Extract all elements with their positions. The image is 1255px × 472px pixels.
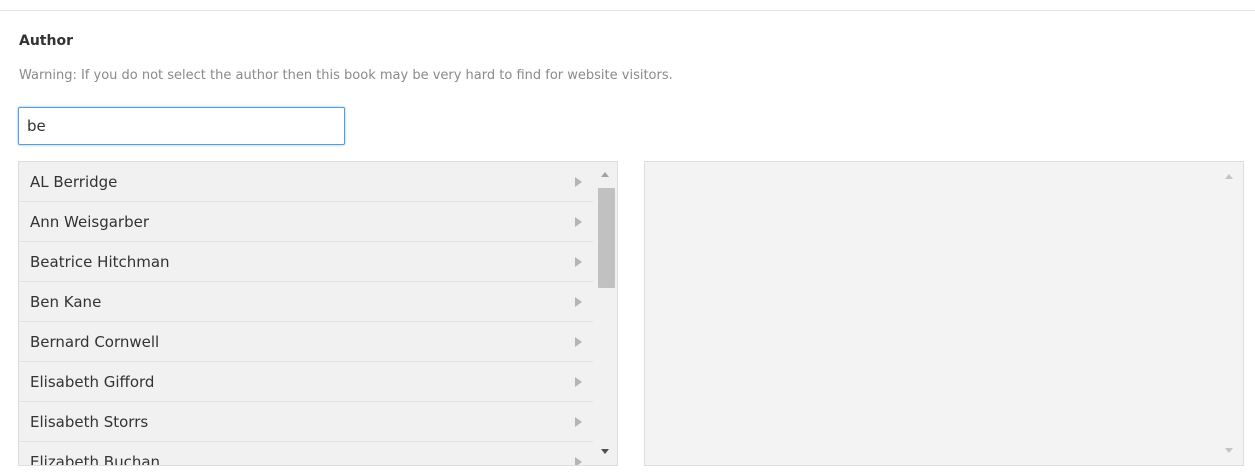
author-field-label: Author (19, 33, 73, 49)
chevron-right-icon (575, 176, 582, 187)
list-item-label: Elisabeth Gifford (30, 372, 155, 391)
list-item-label: Elizabeth Buchan (30, 452, 161, 466)
list-item[interactable]: Elizabeth Buchan (19, 442, 594, 465)
list-item[interactable]: Bernard Cornwell (19, 322, 594, 362)
chevron-right-icon (575, 296, 582, 307)
list-item-label: Bernard Cornwell (30, 332, 160, 351)
scroll-down-icon[interactable] (1225, 448, 1233, 453)
scroll-down-icon[interactable] (601, 449, 609, 454)
list-item[interactable]: AL Berridge (19, 162, 594, 202)
chevron-right-icon (575, 456, 582, 465)
list-item-label: AL Berridge (30, 172, 118, 191)
list-item[interactable]: Elisabeth Gifford (19, 362, 594, 402)
selected-authors-panel (644, 161, 1244, 466)
chevron-right-icon (575, 416, 582, 427)
available-authors-scrollbar[interactable] (593, 162, 617, 465)
chevron-right-icon (575, 256, 582, 267)
list-item-label: Ben Kane (30, 292, 102, 311)
scroll-up-icon[interactable] (601, 172, 609, 177)
list-item[interactable]: Elisabeth Storrs (19, 402, 594, 442)
author-search-input[interactable] (18, 107, 345, 145)
list-item[interactable]: Ann Weisgarber (19, 202, 594, 242)
chevron-right-icon (575, 336, 582, 347)
list-item[interactable]: Beatrice Hitchman (19, 242, 594, 282)
section-divider (0, 10, 1255, 11)
list-item-label: Ann Weisgarber (30, 212, 150, 231)
available-authors-list: AL Berridge Ann Weisgarber Beatrice Hitc… (19, 162, 594, 465)
available-authors-panel: AL Berridge Ann Weisgarber Beatrice Hitc… (18, 161, 618, 466)
chevron-right-icon (575, 376, 582, 387)
chevron-right-icon (575, 216, 582, 227)
scrollbar-thumb[interactable] (598, 188, 615, 288)
author-warning-text: Warning: If you do not select the author… (19, 68, 673, 83)
list-item-label: Beatrice Hitchman (30, 252, 170, 271)
list-item[interactable]: Ben Kane (19, 282, 594, 322)
list-item-label: Elisabeth Storrs (30, 412, 149, 431)
scroll-up-icon[interactable] (1225, 174, 1233, 179)
